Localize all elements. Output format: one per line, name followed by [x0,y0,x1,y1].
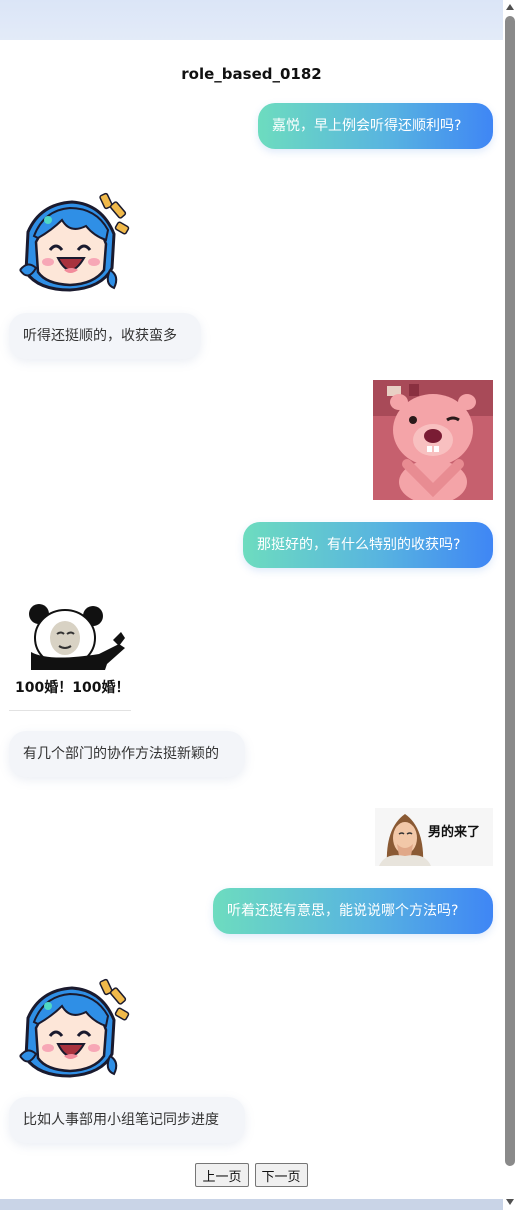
scroll-down-arrow-icon[interactable] [506,1199,514,1205]
prev-page-button[interactable]: 上一页 [195,1163,249,1187]
chat-title: role_based_0182 [181,65,322,83]
top-background-band [0,0,503,40]
scroll-up-arrow-icon[interactable] [506,4,514,10]
panda-meme-caption: 100婚！100婚！ [15,680,130,696]
user-message-bubble: 嘉悦，早上例会听得还顺利吗? [258,103,493,149]
user-message-bubble: 那挺好的，有什么特别的收获吗? [243,522,493,568]
blue-hair-laughing-girl-icon [10,190,130,295]
pagination: 上一页 下一页 [0,1163,503,1188]
user-message-bubble: 听着还挺有意思，能说说哪个方法吗? [213,888,493,934]
woman-meme-caption: 男的来了 [428,825,481,840]
bot-message-bubble: 比如人事部用小组笔记同步进度 [9,1097,245,1143]
bot-message-bubble: 有几个部门的协作方法挺新颖的 [9,731,245,777]
bot-message-bubble: 听得还挺顺的，收获蛮多 [9,313,201,359]
bottom-background-band [0,1199,503,1210]
blue-hair-laughing-girl-icon [10,976,130,1081]
scrollbar-thumb[interactable] [505,16,515,1166]
pink-beaver-wink-icon [373,380,493,504]
next-page-button[interactable]: 下一页 [254,1163,308,1187]
